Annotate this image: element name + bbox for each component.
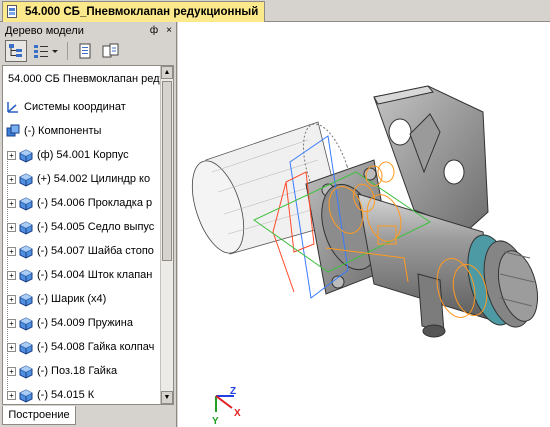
tree-item-component[interactable]: + (-) 54.008 Гайка колпач [7,337,154,357]
kompas-window: 54.000 СБ_Пневмоклапан редукционный Дере… [0,0,550,427]
tree-item-label: (-) Компоненты [24,125,102,137]
expand-toggle[interactable]: + [7,150,16,160]
tree-item-label: (-) 54.007 Шайба стопо [37,245,154,257]
tree-item-label: (-) 54.015 К [37,389,95,401]
axis-z-label: Z [230,386,236,397]
panel-header: Дерево модели ф × [2,23,175,38]
toolbar-separator [67,42,68,60]
rebuild-icon [102,43,119,58]
filter-menu-button[interactable] [31,40,61,62]
tree-structure-icon [9,44,22,57]
coordinate-systems-icon [7,102,18,113]
expand-toggle[interactable]: + [7,366,16,376]
tab-construction[interactable]: Построение [2,406,76,425]
scroll-thumb[interactable] [162,81,172,261]
tree-item-components[interactable]: (-) Компоненты [5,121,101,141]
axis-triad: Z X Y [212,386,241,427]
part-icon [19,197,33,211]
rebuild-button[interactable] [100,40,122,62]
3d-viewport[interactable]: Z X Y [178,22,550,427]
tree-item-label: (-) 54.005 Седло выпус [37,221,155,233]
tree-item-component[interactable]: + (-) Поз.18 Гайка [7,361,117,381]
tree-item-component[interactable]: + (-) 54.007 Шайба стопо [7,241,154,261]
tree-item-component[interactable]: + (-) 54.015 К [7,385,95,404]
tree-item-label: (+) 54.002 Цилиндр ко [37,173,151,185]
tree-toolbar [2,39,175,63]
cap-nut[interactable] [460,230,545,332]
tree-scrollbar[interactable]: ▲ ▼ [160,66,173,404]
expand-toggle[interactable]: + [7,174,16,184]
part-icon [19,173,33,187]
part-icon [19,245,33,259]
structure-view-button[interactable] [5,40,27,62]
tree-root-label[interactable]: 54.000 СБ Пневмоклапан редукционный [8,73,173,85]
tree-item-label: (-) Шарик (x4) [37,293,107,305]
expand-toggle[interactable]: + [7,270,16,280]
pin-panel-button[interactable]: ф [148,25,160,37]
tree-connector-lines [7,158,8,398]
expand-toggle[interactable]: + [7,318,16,328]
expand-toggle[interactable]: + [7,390,16,400]
expand-toggle[interactable]: + [7,246,16,256]
scroll-up-arrow[interactable]: ▲ [161,66,173,79]
list-filter-icon [34,45,58,58]
document-list-icon [79,43,91,59]
model-tree-panel: Дерево модели ф × 54.000 СБ Пневмоклапан… [0,22,177,427]
model-tree: 54.000 СБ Пневмоклапан редукционный Сист… [2,65,174,405]
tree-item-coordinate-systems[interactable]: Системы координат [5,97,126,117]
axis-y-label: Y [212,416,219,427]
tree-item-component[interactable]: + (-) 54.004 Шток клапан [7,265,152,285]
expand-toggle[interactable]: + [7,198,16,208]
tree-item-component[interactable]: + (-) 54.005 Седло выпус [7,217,154,237]
document-tab[interactable]: 54.000 СБ_Пневмоклапан редукционный [2,1,266,22]
tree-item-label: (-) 54.006 Прокладка р [37,197,153,209]
assembly-model: Z X Y [191,85,545,427]
part-icon [19,341,33,355]
tree-item-label: (-) 54.004 Шток клапан [37,269,153,281]
expand-toggle[interactable]: + [7,342,16,352]
tree-item-component[interactable]: + (+) 54.002 Цилиндр ко [7,169,150,189]
expand-toggle[interactable]: + [7,222,16,232]
expand-toggle[interactable]: + [7,294,16,304]
tree-item-label: (ф) 54.001 Корпус [37,149,129,161]
tree-item-component[interactable]: + (-) 54.006 Прокладка р [7,193,152,213]
close-panel-button[interactable]: × [163,25,175,37]
part-icon [19,365,33,379]
axis-x-label: X [234,408,241,419]
tree-item-label: (-) Поз.18 Гайка [37,365,118,377]
tree-item-label: (-) 54.008 Гайка колпач [37,341,155,353]
tree-item-component[interactable]: + (ф) 54.001 Корпус [7,145,129,165]
tree-item-component[interactable]: + (-) Шарик (x4) [7,289,106,309]
part-icon [19,149,33,163]
components-icon [6,124,20,137]
part-icon [19,293,33,307]
part-icon [19,269,33,283]
properties-button[interactable] [74,40,96,62]
tree-item-label: (-) 54.009 Пружина [37,317,133,329]
part-icon [19,221,33,235]
tree-item-component[interactable]: + (-) 54.009 Пружина [7,313,133,333]
tree-item-label: Системы координат [24,101,126,113]
assembly-document-icon [7,5,19,19]
document-tabstrip: 54.000 СБ_Пневмоклапан редукционный [0,0,550,22]
scroll-down-arrow[interactable]: ▼ [161,391,173,404]
part-icon [19,389,33,403]
panel-title: Дерево модели [5,24,84,37]
document-title: 54.000 СБ_Пневмоклапан редукционный [25,6,259,18]
part-icon [19,317,33,331]
